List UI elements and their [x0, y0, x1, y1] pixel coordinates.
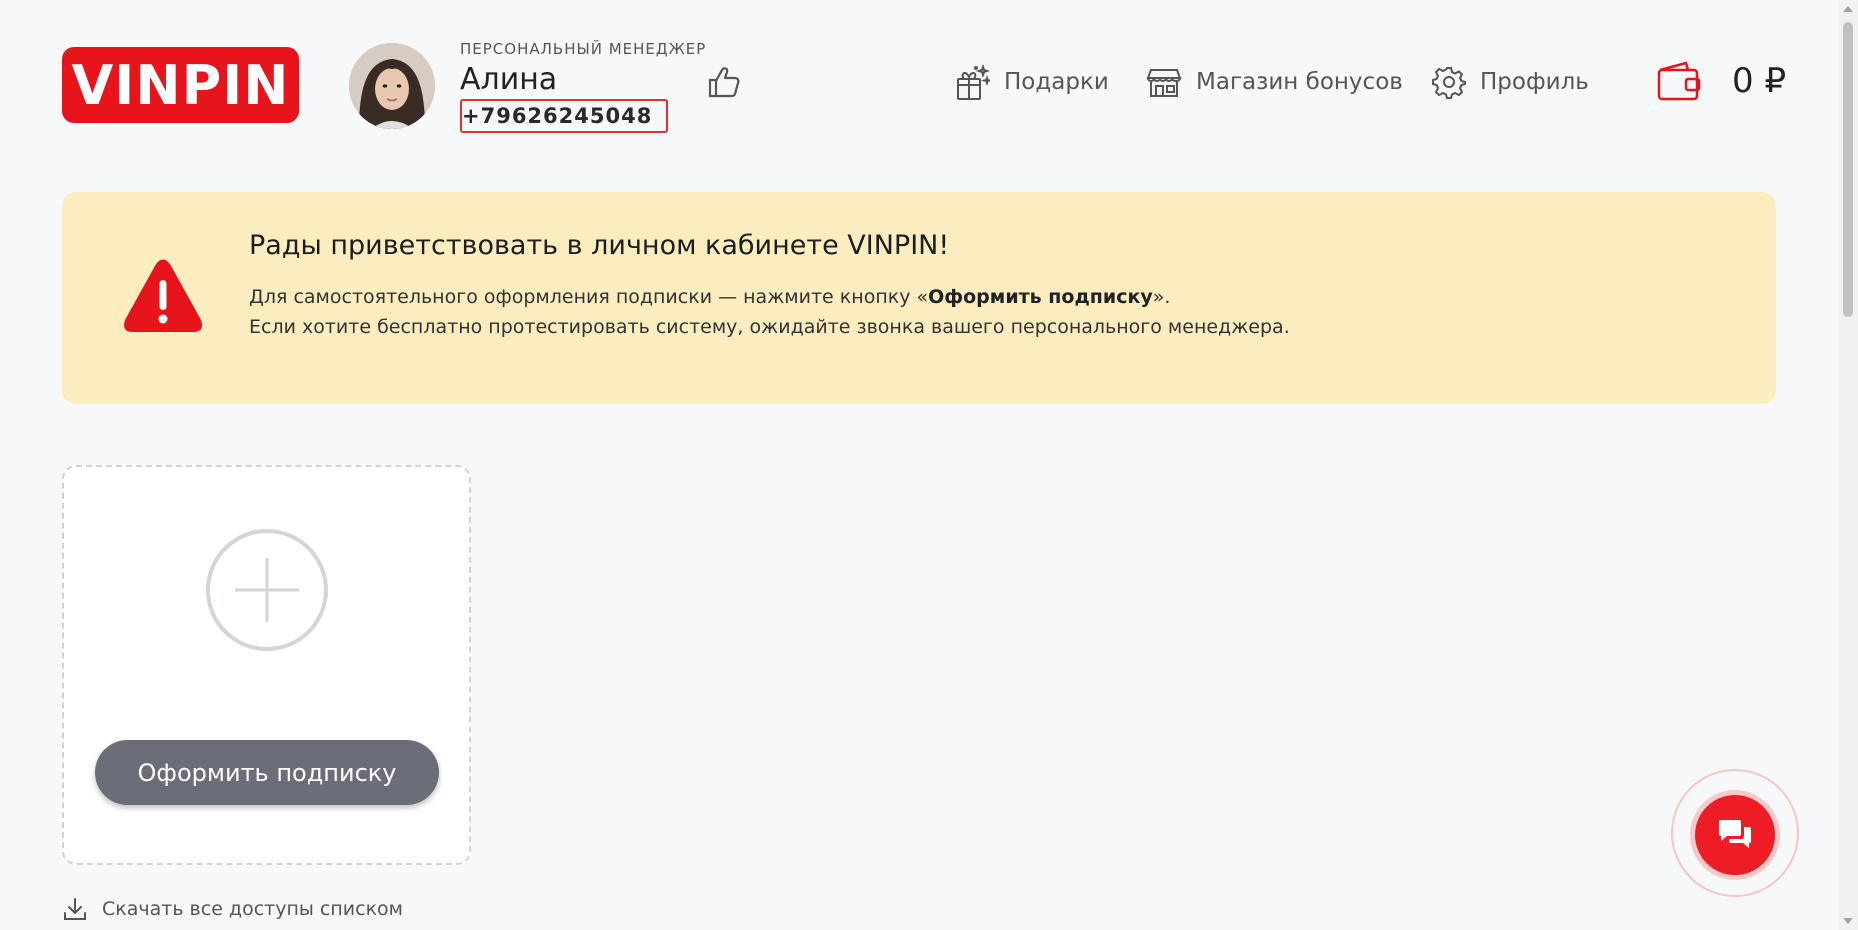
- plus-circle-icon[interactable]: [205, 528, 329, 652]
- banner-line-1: Для самостоятельного оформления подписки…: [249, 282, 1290, 312]
- chat-icon: [1719, 820, 1751, 848]
- chat-button[interactable]: [1695, 795, 1775, 875]
- nav-bonus-store[interactable]: Магазин бонусов: [1146, 62, 1403, 102]
- warning-icon: [124, 259, 202, 332]
- vertical-scrollbar[interactable]: [1838, 0, 1858, 930]
- banner-text: Для самостоятельного оформления подписки…: [249, 282, 1290, 342]
- manager-info: Персональный менеджер Алина +79626245048: [460, 40, 706, 133]
- subscribe-button[interactable]: Оформить подписку: [95, 740, 439, 805]
- download-icon: [64, 898, 86, 920]
- wallet[interactable]: 0 ₽: [1656, 60, 1786, 102]
- add-subscription-card: Оформить подписку: [62, 465, 471, 865]
- manager-name: Алина: [460, 62, 558, 97]
- nav-gifts[interactable]: Подарки: [954, 62, 1109, 102]
- thumbs-up-icon[interactable]: [704, 62, 744, 102]
- banner-line-1-suffix: ».: [1152, 286, 1171, 308]
- nav-bonus-store-label: Магазин бонусов: [1196, 69, 1403, 95]
- nav-profile[interactable]: Профиль: [1432, 62, 1589, 102]
- scroll-down-arrow-icon[interactable]: [1843, 918, 1853, 924]
- welcome-banner: Рады приветствовать в личном кабинете VI…: [62, 192, 1776, 404]
- gear-icon: [1432, 67, 1466, 99]
- store-icon: [1146, 69, 1182, 97]
- page: VINPIN Персональный менеджер Алина +7962…: [0, 0, 1858, 930]
- vinpin-logo[interactable]: VINPIN: [62, 47, 299, 123]
- manager-avatar: [349, 43, 435, 129]
- nav-gifts-label: Подарки: [1004, 69, 1109, 95]
- logo-text: VINPIN: [71, 53, 290, 117]
- scroll-thumb[interactable]: [1843, 22, 1853, 317]
- manager-role: Персональный менеджер: [460, 40, 707, 58]
- banner-line-1-bold: Оформить подписку: [928, 286, 1153, 308]
- manager-phone[interactable]: +79626245048: [460, 99, 669, 133]
- wallet-icon: [1657, 61, 1701, 101]
- nav-profile-label: Профиль: [1480, 69, 1589, 95]
- download-all-link[interactable]: Скачать все доступы списком: [62, 896, 403, 922]
- gift-icon: [957, 63, 990, 100]
- banner-line-2: Если хотите бесплатно протестировать сис…: [249, 316, 1290, 338]
- scroll-up-arrow-icon[interactable]: [1843, 6, 1853, 12]
- banner-line-1-prefix: Для самостоятельного оформления подписки…: [249, 286, 929, 308]
- download-all-label: Скачать все доступы списком: [102, 898, 404, 920]
- banner-title: Рады приветствовать в личном кабинете VI…: [249, 230, 950, 261]
- wallet-amount: 0 ₽: [1732, 61, 1787, 101]
